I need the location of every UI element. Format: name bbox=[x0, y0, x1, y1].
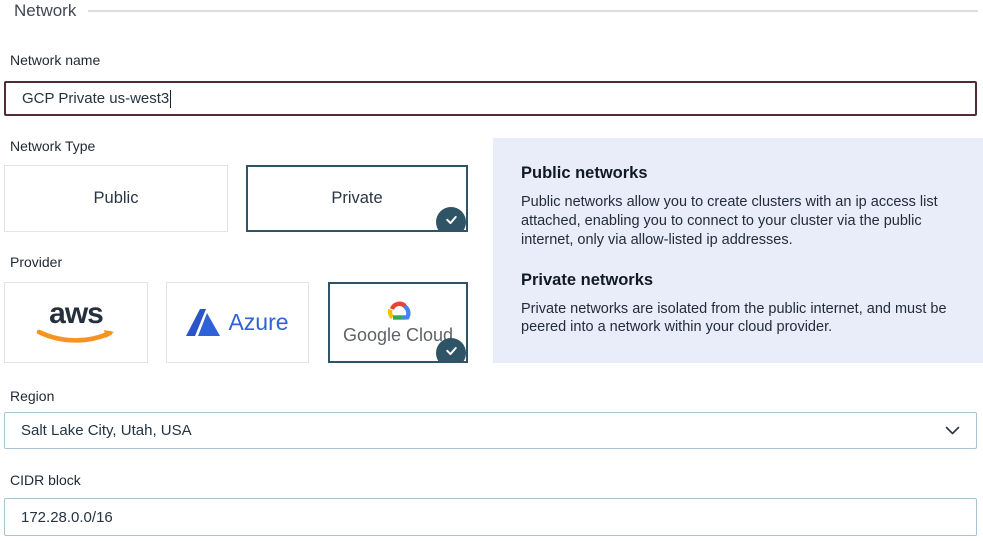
region-select[interactable]: Salt Lake City, Utah, USA bbox=[4, 412, 977, 449]
public-option-label: Public bbox=[94, 189, 139, 208]
text-caret bbox=[170, 90, 171, 108]
aws-logo: aws bbox=[49, 301, 103, 327]
network-type-label: Network Type bbox=[10, 138, 95, 154]
provider-option-aws[interactable]: aws bbox=[4, 282, 148, 363]
azure-logo-icon bbox=[186, 308, 221, 337]
private-networks-heading: Private networks bbox=[521, 271, 955, 290]
public-networks-description: Public networks allow you to create clus… bbox=[521, 193, 955, 250]
network-type-option-public[interactable]: Public bbox=[4, 165, 228, 232]
cidr-block-value: 172.28.0.0/16 bbox=[21, 509, 113, 526]
google-cloud-logo-icon bbox=[382, 299, 414, 324]
region-label: Region bbox=[10, 388, 54, 404]
aws-smile-icon bbox=[36, 329, 116, 344]
provider-label: Provider bbox=[10, 254, 62, 270]
section-title: Network bbox=[14, 1, 76, 21]
azure-logo-text: Azure bbox=[228, 309, 288, 336]
section-divider bbox=[88, 10, 978, 12]
network-name-value: GCP Private us-west3 bbox=[22, 90, 169, 107]
network-info-panel: Public networks Public networks allow yo… bbox=[493, 138, 983, 363]
region-selected-value: Salt Lake City, Utah, USA bbox=[21, 422, 192, 439]
provider-option-azure[interactable]: Azure bbox=[166, 282, 309, 363]
chevron-down-icon bbox=[945, 426, 960, 435]
network-name-label: Network name bbox=[10, 52, 100, 68]
network-form-page: Network Network name GCP Private us-west… bbox=[0, 0, 983, 541]
public-networks-heading: Public networks bbox=[521, 164, 955, 183]
network-name-input[interactable]: GCP Private us-west3 bbox=[4, 81, 977, 116]
network-type-option-private[interactable]: Private bbox=[246, 165, 468, 232]
check-icon bbox=[436, 338, 466, 363]
cidr-block-label: CIDR block bbox=[10, 472, 81, 488]
check-icon bbox=[436, 207, 466, 232]
private-networks-description: Private networks are isolated from the p… bbox=[521, 300, 955, 338]
private-option-label: Private bbox=[331, 189, 382, 208]
google-cloud-logo-text: Google Cloud bbox=[343, 325, 453, 346]
provider-option-google-cloud[interactable]: Google Cloud bbox=[328, 282, 468, 363]
cidr-block-input[interactable]: 172.28.0.0/16 bbox=[4, 498, 977, 536]
